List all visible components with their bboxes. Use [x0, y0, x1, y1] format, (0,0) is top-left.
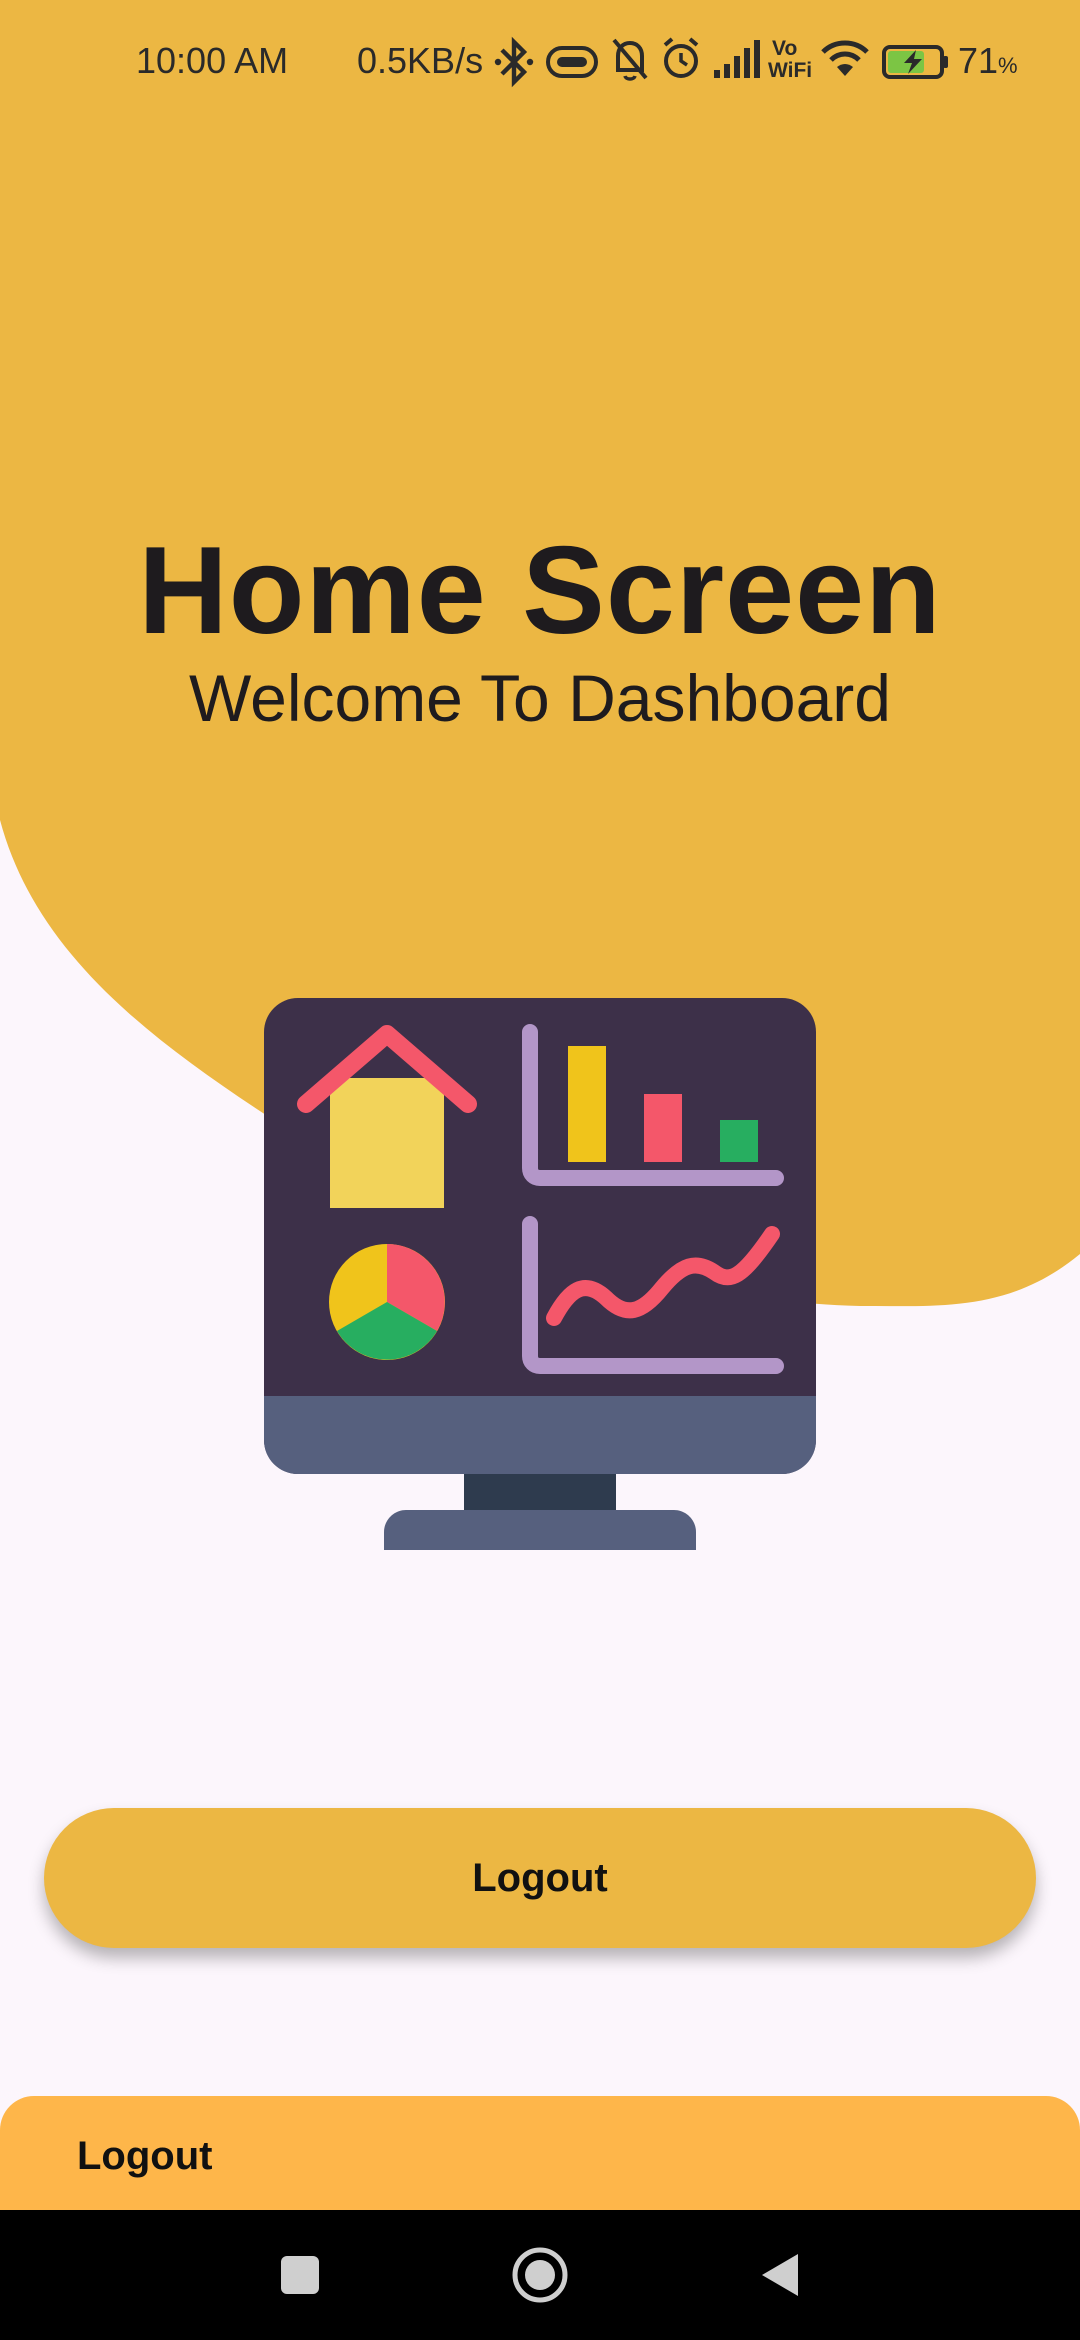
recents-icon — [281, 2256, 319, 2294]
home-icon — [512, 2247, 568, 2303]
bottom-sheet[interactable]: Logout — [0, 2096, 1080, 2210]
back-button[interactable] — [700, 2210, 860, 2340]
wifi-icon — [821, 40, 869, 76]
status-bar: 10:00 AM 0.5KB/s Vo WiFi 71% — [0, 0, 1080, 125]
status-time: 10:00 AM — [136, 40, 289, 81]
home-button[interactable] — [460, 2210, 620, 2340]
battery-percent: 71% — [958, 40, 1018, 81]
signal-icon — [714, 40, 760, 78]
bluetooth-icon — [494, 36, 534, 88]
back-icon — [762, 2254, 798, 2296]
alarm-icon — [663, 37, 699, 78]
page-title: Home Screen — [138, 522, 942, 660]
mute-icon — [612, 38, 648, 81]
recents-button[interactable] — [220, 2210, 380, 2340]
dashboard-monitor-icon — [264, 998, 816, 1550]
network-speed: 0.5KB/s — [357, 40, 484, 81]
battery-charging-icon — [882, 45, 948, 79]
page-subtitle: Welcome To Dashboard — [189, 661, 891, 735]
system-nav-bar — [0, 2210, 1080, 2340]
vowifi-icon: Vo WiFi — [768, 37, 813, 82]
logout-button[interactable]: Logout — [44, 1808, 1036, 1948]
bottom-sheet-logout-label[interactable]: Logout — [77, 2134, 213, 2179]
vibrate-icon — [546, 46, 598, 78]
